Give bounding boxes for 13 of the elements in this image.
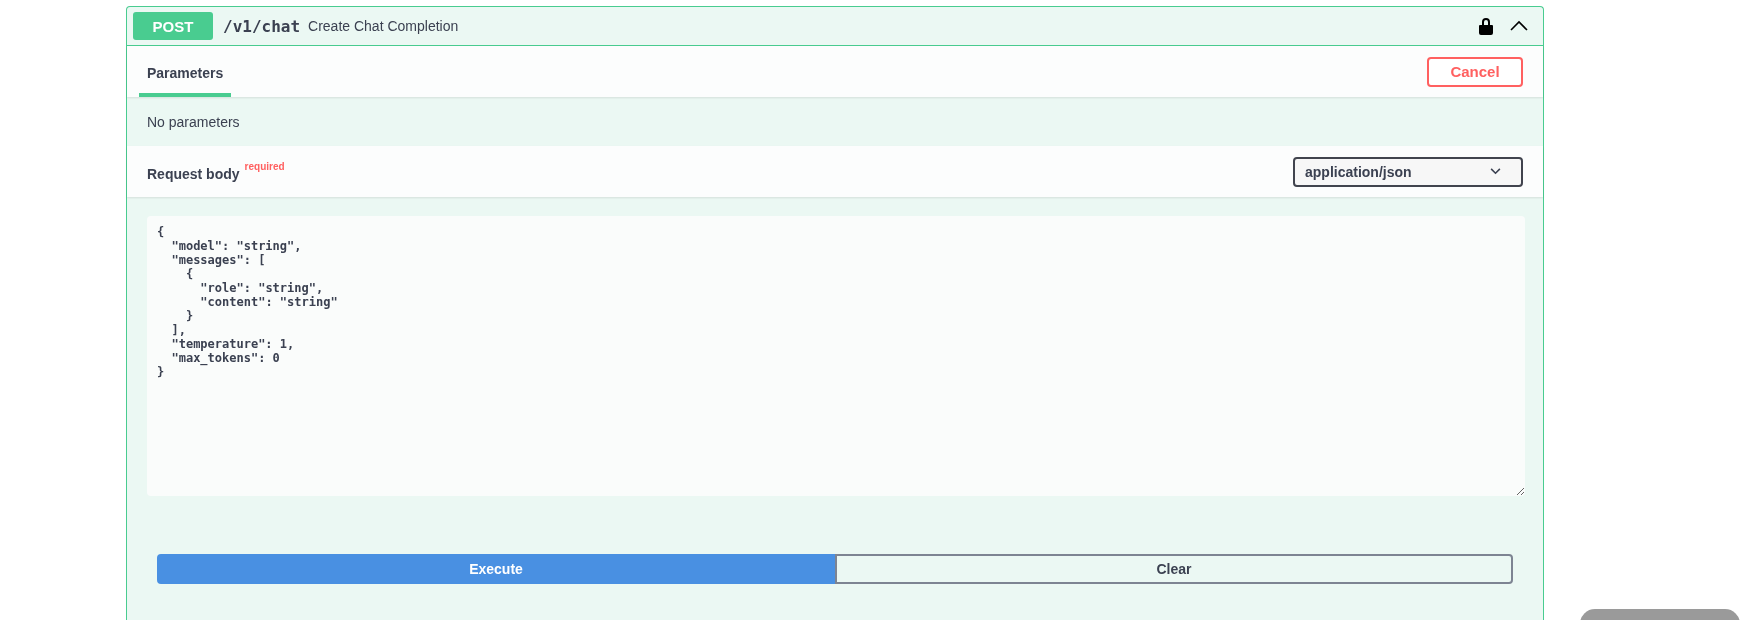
lock-icon[interactable]	[1479, 17, 1493, 35]
endpoint-path: /v1/chat	[223, 16, 301, 36]
method-badge: POST	[133, 12, 213, 40]
collapse-icon[interactable]	[1509, 20, 1529, 32]
caret-icon	[1490, 168, 1501, 175]
endpoint-summary: Create Chat Completion	[308, 18, 459, 34]
request-body-title: Request body	[147, 165, 240, 182]
request-body-editor[interactable]: { "model": "string", "messages": [ { "role": "string", "content": "string" } ], "temperature": 1, "max_tokens": 0 }	[147, 216, 1525, 496]
content-type-select[interactable]: application/json	[1293, 156, 1523, 187]
no-parameters-message: No parameters	[147, 113, 240, 130]
tab[interactable]: Parameters	[139, 52, 231, 97]
required-label: required	[244, 161, 285, 172]
clear-button[interactable]: Clear	[835, 554, 1513, 584]
